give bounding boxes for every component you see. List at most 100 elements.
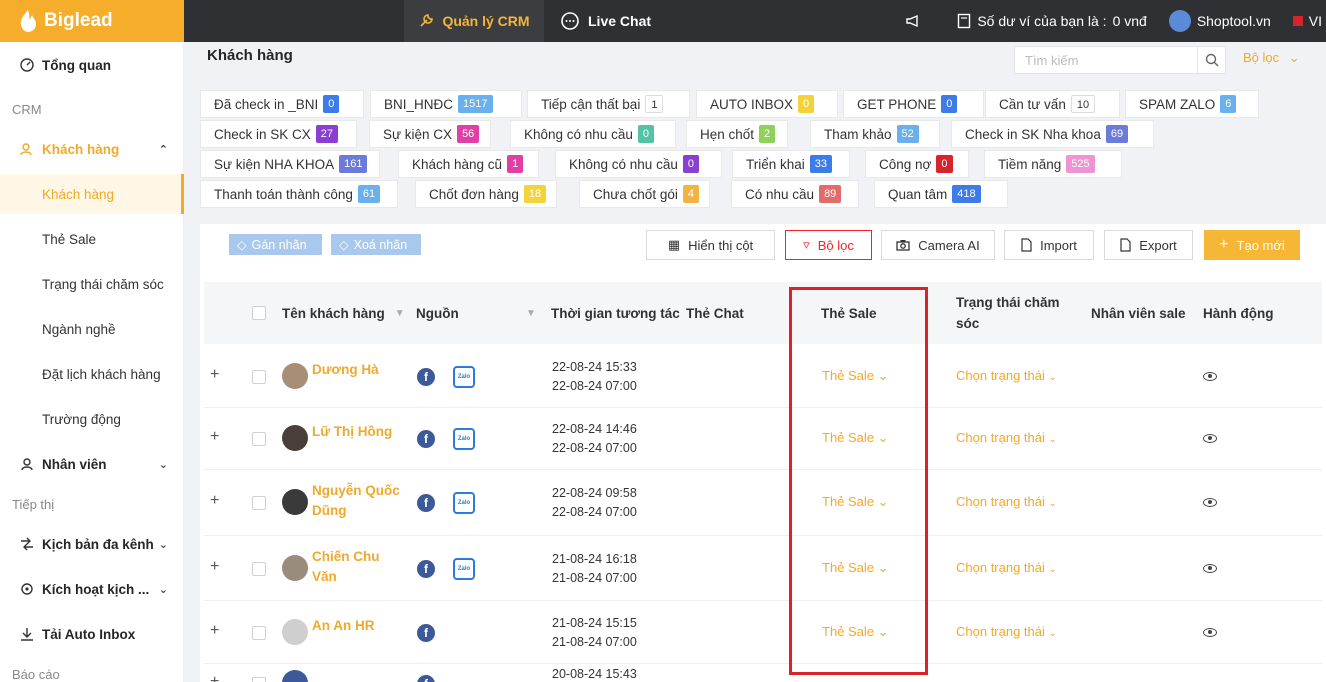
tag-chip[interactable]: SPAM ZALO 6 <box>1125 90 1259 118</box>
sidebar-item-industries[interactable]: Ngành nghề <box>0 309 184 349</box>
announcement-button[interactable] <box>905 13 921 29</box>
table-row[interactable]: + An An HR f 21-08-24 15:15 21-08-24 07:00 Th… <box>204 601 1322 664</box>
table-row[interactable]: + Dương Hà f Zalo 22-08-24 15:33 22-08-24 07:… <box>204 346 1322 408</box>
tag-count: 52 <box>896 125 919 143</box>
sidebar-item-auto-inbox[interactable]: Tải Auto Inbox <box>0 614 184 654</box>
search-input[interactable]: Tìm kiếm <box>1014 46 1198 74</box>
tag-chip[interactable]: Tiềm năng 525 <box>984 150 1122 178</box>
table-row[interactable]: + f 20-08-24 15:43 <box>204 664 1322 682</box>
create-new-button[interactable]: + Tạo mới <box>1204 230 1300 260</box>
customer-name-link[interactable]: Chiến Chu Văn <box>312 547 380 587</box>
import-button[interactable]: Import <box>1004 230 1094 260</box>
expand-row-button[interactable]: + <box>210 673 219 682</box>
table-row[interactable]: + Lữ Thị Hồng f Zalo 22-08-24 14:46 22-08-24 … <box>204 408 1322 470</box>
tag-chip[interactable]: Quan tâm 418 <box>874 180 1008 208</box>
tag-chip[interactable]: Chốt đơn hàng 18 <box>415 180 557 208</box>
view-icon[interactable] <box>1203 372 1217 381</box>
table-row[interactable]: + Nguyễn Quốc Dũng f Zalo 22-08-24 09:58 22-08… <box>204 470 1322 536</box>
tag-chip[interactable]: Đã check in _BNI 0 <box>200 90 364 118</box>
nav-crm[interactable]: Quản lý CRM <box>404 0 544 42</box>
filter-toggle[interactable]: Bộ lọc ⌄ <box>1243 50 1300 66</box>
care-status-select[interactable]: Chọn trạng thái ⌄ <box>956 494 1057 509</box>
column-header-chat-tag[interactable]: Thẻ Chat <box>686 282 744 344</box>
expand-row-button[interactable]: + <box>210 366 219 384</box>
tag-chip[interactable]: Không có nhu cầu 0 <box>555 150 722 178</box>
sidebar-item-customers[interactable]: Khách hàng <box>0 174 184 214</box>
export-button[interactable]: Export <box>1104 230 1193 260</box>
sidebar-item-appointments[interactable]: Đặt lịch khách hàng <box>0 354 184 394</box>
sidebar-group-staff[interactable]: Nhân viên ⌄ <box>0 444 184 484</box>
column-header-care-status[interactable]: Trạng thái chăm sóc <box>956 282 1066 344</box>
remove-tag-label: Xoá nhãn <box>353 237 408 252</box>
filter-button[interactable]: ▿ Bộ lọc <box>785 230 872 260</box>
tag-chip[interactable]: Thanh toán thành công 61 <box>200 180 398 208</box>
sidebar-item-sale-tags[interactable]: Thẻ Sale <box>0 219 184 259</box>
column-header-sales-staff[interactable]: Nhân viên sale <box>1091 282 1186 344</box>
tag-label: Tiếp cận thất bại <box>541 96 641 112</box>
care-status-select[interactable]: Chọn trạng thái ⌄ <box>956 560 1057 575</box>
row-checkbox[interactable] <box>252 432 266 446</box>
tag-chip[interactable]: Sự kiện CX 56 <box>369 120 491 148</box>
sidebar-item-activate[interactable]: Kích hoạt kịch ... ⌄ <box>0 569 184 609</box>
tag-chip[interactable]: Hẹn chốt 2 <box>686 120 788 148</box>
language-switch[interactable]: VI <box>1292 13 1322 29</box>
view-icon[interactable] <box>1203 434 1217 443</box>
tag-chip[interactable]: BNI_HNĐC 1517 <box>370 90 522 118</box>
view-icon[interactable] <box>1203 628 1217 637</box>
row-checkbox[interactable] <box>252 370 266 384</box>
view-icon[interactable] <box>1203 564 1217 573</box>
avatar <box>282 555 308 581</box>
customer-name-link[interactable]: Dương Hà <box>312 360 379 380</box>
display-columns-button[interactable]: ▦ Hiển thị cột <box>646 230 775 260</box>
table-row[interactable]: + Chiến Chu Văn f Zalo 21-08-24 16:18 21-08-24… <box>204 536 1322 601</box>
column-header-name[interactable]: Tên khách hàng ▼ <box>282 282 405 344</box>
camera-ai-button[interactable]: Camera AI <box>881 230 995 260</box>
tag-chip[interactable]: Triển khai 33 <box>732 150 850 178</box>
shop-account[interactable]: Shoptool.vn <box>1168 10 1271 32</box>
filter-icon[interactable]: ▼ <box>395 308 405 319</box>
table-header: Tên khách hàng ▼ Nguồn ▼ Thời gian tương … <box>204 282 1322 344</box>
expand-row-button[interactable]: + <box>210 558 219 576</box>
care-status-select[interactable]: Chọn trạng thái ⌄ <box>956 430 1057 445</box>
row-checkbox[interactable] <box>252 562 266 576</box>
row-checkbox[interactable] <box>252 496 266 510</box>
customer-name-link[interactable]: Nguyễn Quốc Dũng <box>312 481 400 521</box>
expand-row-button[interactable]: + <box>210 622 219 640</box>
tag-chip[interactable]: Không có nhu cầu 0 <box>510 120 676 148</box>
column-header-interaction-time[interactable]: Thời gian tương tác <box>551 282 680 344</box>
customer-name-link[interactable]: An An HR <box>312 616 375 636</box>
tag-chip[interactable]: Tham khảo 52 <box>810 120 940 148</box>
source-filter-icon[interactable]: ▼ <box>526 282 536 344</box>
sidebar-item-overview[interactable]: Tổng quan <box>0 45 184 85</box>
tag-chip[interactable]: GET PHONE 0 <box>843 90 984 118</box>
tag-chip[interactable]: Công nợ 0 <box>865 150 969 178</box>
tag-chip[interactable]: Tiếp cận thất bại 1 <box>527 90 690 118</box>
tag-chip[interactable]: AUTO INBOX 0 <box>696 90 838 118</box>
sidebar-item-care-status[interactable]: Trạng thái chăm sóc <box>0 264 184 304</box>
care-status-select[interactable]: Chọn trạng thái ⌄ <box>956 368 1057 383</box>
view-icon[interactable] <box>1203 498 1217 507</box>
sidebar-item-custom-fields[interactable]: Trường động <box>0 399 184 439</box>
care-status-select[interactable]: Chọn trạng thái ⌄ <box>956 624 1057 639</box>
search-button[interactable] <box>1197 46 1226 74</box>
tag-chip[interactable]: Check in SK CX 27 <box>200 120 357 148</box>
remove-tag-button[interactable]: ◇ Xoá nhãn <box>331 234 421 255</box>
sidebar-group-customers[interactable]: Khách hàng ⌃ <box>0 129 184 169</box>
tag-chip[interactable]: Khách hàng cũ 1 <box>398 150 539 178</box>
tag-chip[interactable]: Cần tư vấn 10 <box>985 90 1120 118</box>
nav-live-chat[interactable]: Live Chat <box>560 0 651 42</box>
tag-chip[interactable]: Sự kiện NHA KHOA 161 <box>200 150 380 178</box>
expand-row-button[interactable]: + <box>210 428 219 446</box>
column-header-source[interactable]: Nguồn <box>416 282 459 344</box>
brand-logo[interactable]: Biglead <box>0 0 184 42</box>
assign-tag-button[interactable]: ◇ Gán nhãn <box>229 234 322 255</box>
tag-chip[interactable]: Chưa chốt gói 4 <box>579 180 710 208</box>
sidebar-item-scripts[interactable]: Kịch bản đa kênh ⌄ <box>0 524 184 564</box>
customer-name-link[interactable]: Lữ Thị Hồng <box>312 422 392 442</box>
expand-row-button[interactable]: + <box>210 492 219 510</box>
tag-chip[interactable]: Có nhu cầu 89 <box>731 180 859 208</box>
row-checkbox[interactable] <box>252 677 266 682</box>
select-all-checkbox[interactable] <box>252 282 266 344</box>
tag-chip[interactable]: Check in SK Nha khoa 69 <box>951 120 1154 148</box>
row-checkbox[interactable] <box>252 626 266 640</box>
